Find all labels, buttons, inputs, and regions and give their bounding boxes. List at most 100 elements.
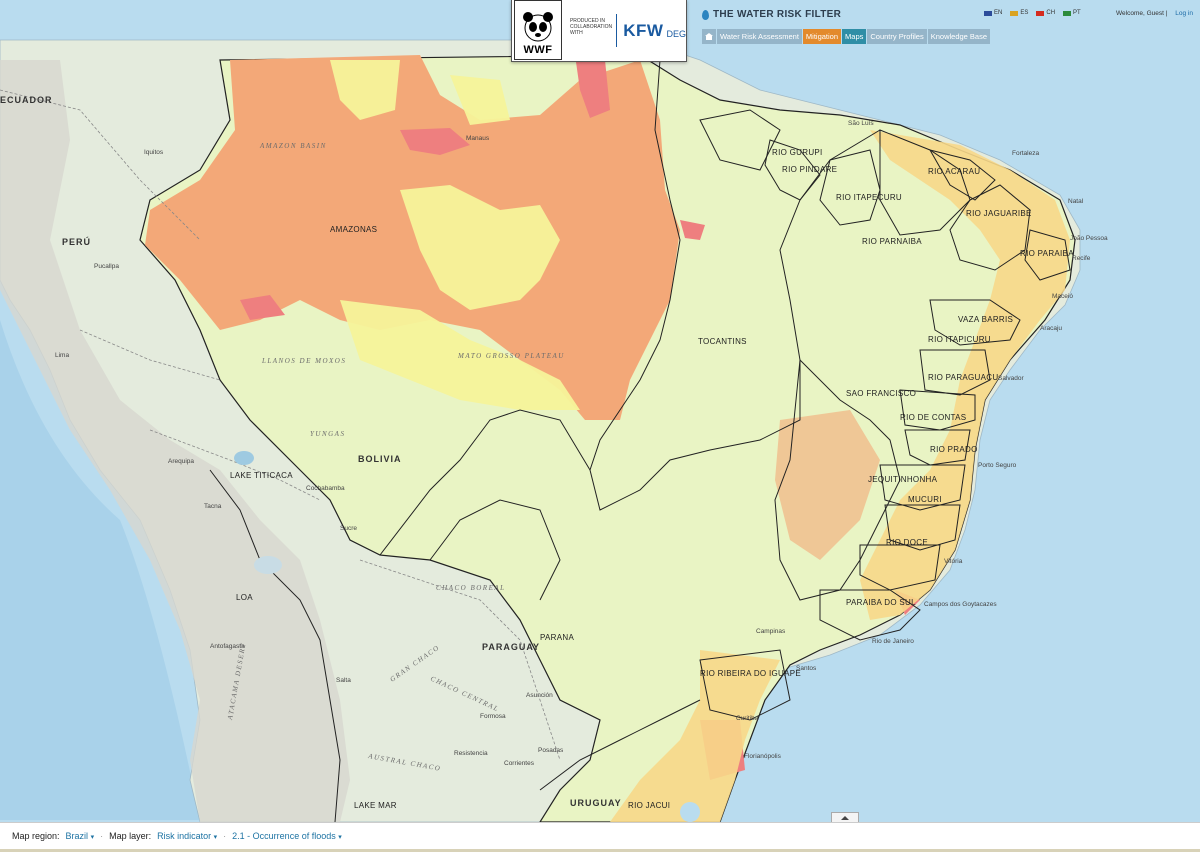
basin-label-lake-mar: LAKE MAR — [354, 801, 397, 810]
basin-label-rio-gurupi: RIO GURUPI — [772, 148, 823, 157]
lang-pt-label: PT — [1073, 10, 1081, 16]
main-nav: Water Risk Assessment Mitigation Maps Co… — [702, 29, 991, 44]
basin-label-paraiba-do-sul: PARAIBA DO SUL — [846, 598, 916, 607]
map-svg[interactable]: PERÚ BOLIVIA PARAGUAY URUGUAY ECUADOR AM… — [0, 0, 1200, 822]
flag-en-icon — [984, 10, 992, 16]
kfw-logo[interactable]: KFW DEG — [616, 14, 686, 47]
place-label: Salvador — [998, 375, 1024, 382]
lang-ch[interactable]: CH — [1036, 10, 1055, 16]
place-label: Vitória — [944, 558, 963, 565]
basin-label-rio-jaguaribe: RIO JAGUARIBE — [966, 209, 1032, 218]
indicator-select[interactable]: 2.1 - Occurrence of floods ▾ — [232, 831, 342, 841]
nav-maps[interactable]: Maps — [842, 29, 867, 44]
map-layer-label: Map layer: — [109, 831, 152, 841]
caret-down-icon: ▾ — [90, 834, 95, 841]
user-area: Welcome, Guest | Log in — [1116, 10, 1193, 17]
flag-es-icon — [1010, 10, 1019, 16]
kfw-label: KFW — [623, 20, 664, 40]
place-label: Salta — [336, 677, 351, 684]
basin-label-parana: PARANA — [540, 633, 574, 642]
basin-label-loa: LOA — [236, 593, 253, 602]
country-label-uruguay: URUGUAY — [570, 798, 622, 808]
basin-label-tocantins: TOCANTINS — [698, 337, 747, 346]
place-label: Sucre — [340, 525, 357, 532]
basin-label-rio-de-contas: RIO DE CONTAS — [900, 413, 966, 422]
basin-label-lake-titicaca: LAKE TITICACA — [230, 471, 293, 480]
caret-down-icon: ▾ — [213, 834, 218, 841]
basin-label-rio-itapicuru: RIO ITAPICURU — [928, 335, 991, 344]
map-region-select[interactable]: Brazil ▾ — [66, 831, 95, 841]
basin-label-mucuri: MUCURI — [908, 495, 942, 504]
indicator-value: 2.1 - Occurrence of floods — [232, 831, 336, 841]
wwf-label: WWF — [523, 44, 553, 56]
place-label: Curitiba — [736, 715, 759, 722]
site-title-text: THE WATER RISK FILTER — [713, 9, 842, 20]
physical-label: AMAZON BASIN — [259, 142, 327, 150]
lang-en[interactable]: EN — [984, 10, 1002, 16]
place-label: Florianópolis — [744, 753, 782, 760]
nav-country-profiles[interactable]: Country Profiles — [867, 29, 927, 44]
map-layer-value: Risk indicator — [157, 831, 212, 841]
physical-label: MATO GROSSO PLATEAU — [457, 352, 565, 360]
place-label: Asunción — [526, 692, 553, 699]
nav-mitigation[interactable]: Mitigation — [802, 29, 842, 44]
place-label: Campinas — [756, 628, 786, 635]
home-button[interactable] — [702, 29, 716, 44]
country-label-paraguay: PARAGUAY — [482, 642, 540, 652]
partner-logos[interactable]: WWF PRODUCED IN COLLABORATION WITH KFW D… — [511, 0, 687, 62]
place-label: Corrientes — [504, 760, 535, 767]
basin-label-rio-ribeira: RIO RIBEIRA DO IGUAPE — [700, 669, 801, 678]
place-label: Lima — [55, 352, 69, 359]
nav-knowledge-base[interactable]: Knowledge Base — [927, 29, 991, 44]
place-label: Rio de Janeiro — [872, 638, 914, 645]
basin-label-rio-pindare: RIO PINDARE — [782, 165, 837, 174]
wwf-logo[interactable]: WWF — [514, 0, 562, 60]
lang-es[interactable]: ES — [1010, 10, 1028, 16]
kfw-sub-label: DEG — [666, 28, 686, 39]
water-drop-icon — [702, 9, 709, 20]
site-title[interactable]: THE WATER RISK FILTER — [702, 9, 841, 20]
chevron-up-icon — [841, 816, 849, 820]
lang-es-label: ES — [1020, 10, 1029, 16]
place-label: São Luís — [848, 120, 874, 127]
nav-water-risk-assessment[interactable]: Water Risk Assessment — [717, 29, 802, 44]
flag-pt-icon — [1063, 10, 1072, 16]
salt-flat — [254, 556, 282, 574]
map-canvas[interactable]: PERÚ BOLIVIA PARAGUAY URUGUAY ECUADOR AM… — [0, 0, 1200, 822]
lake-titicaca — [234, 451, 254, 465]
place-label: Posadas — [538, 747, 564, 754]
basin-label-rio-prado: RIO PRADO — [930, 445, 978, 454]
country-label-bolivia: BOLIVIA — [358, 454, 402, 464]
lang-en-label: EN — [994, 10, 1003, 16]
place-label: Aracaju — [1040, 325, 1062, 332]
basin-label-sao-francisco: SAO FRANCISCO — [846, 389, 916, 398]
place-label: Fortaleza — [1012, 150, 1039, 157]
lang-ch-label: CH — [1046, 10, 1056, 16]
login-link[interactable]: Log in — [1175, 10, 1193, 17]
app-header: WWF PRODUCED IN COLLABORATION WITH KFW D… — [0, 0, 1200, 62]
place-label: Maceió — [1052, 293, 1073, 300]
lang-pt[interactable]: PT — [1063, 10, 1081, 16]
place-label: Pucallpa — [94, 263, 119, 270]
map-layer-select[interactable]: Risk indicator ▾ — [157, 831, 217, 841]
place-label: Resistencia — [454, 750, 488, 757]
place-label: Tacna — [204, 503, 222, 510]
physical-label: YUNGAS — [310, 430, 345, 438]
place-label: Iquitos — [144, 149, 164, 156]
basin-label-rio-itapecuru: RIO ITAPECURU — [836, 193, 902, 202]
basin-label-vaza-barris: VAZA BARRIS — [958, 315, 1013, 324]
basin-label-jequitinhonha: JEQUITINHONHA — [868, 475, 938, 484]
basin-label-rio-parnaiba: RIO PARNAIBA — [862, 237, 922, 246]
place-label: Campos dos Goytacazes — [924, 601, 997, 608]
caret-down-icon: ▾ — [338, 834, 342, 841]
physical-label: CHACO BOREAL — [436, 584, 506, 592]
divider: · — [223, 831, 227, 841]
lagoa-dos-patos — [680, 802, 700, 822]
basin-label-rio-paraguacu: RIO PARAGUACU — [928, 373, 998, 382]
physical-label: LLANOS DE MOXOS — [261, 357, 346, 365]
basin-label-rio-acarau: RIO ACARAU — [928, 167, 980, 176]
place-label: João Pessoa — [1070, 235, 1108, 242]
produced-in-collaboration-text: PRODUCED IN COLLABORATION WITH — [569, 18, 613, 36]
place-label: Manaus — [466, 135, 490, 142]
place-label: Formosa — [480, 713, 506, 720]
